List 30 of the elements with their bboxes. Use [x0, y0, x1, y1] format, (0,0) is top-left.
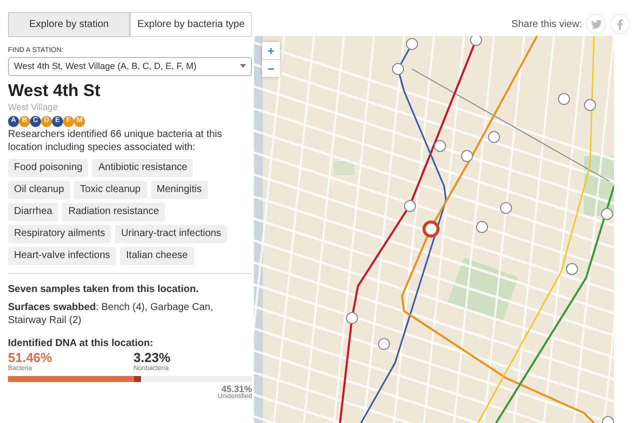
tag: Toxic cleanup — [74, 181, 147, 200]
surfaces-text: Surfaces swabbed: Bench (4), Garbage Can, Stairway Rail (2) — [8, 301, 214, 328]
summary-text: Researchers identified 66 unique bacteria at this location including species associated with: — [8, 129, 224, 154]
samples-text: Seven samples taken from this location. — [8, 283, 200, 298]
tag: Antibiotic resistance — [92, 159, 194, 178]
tag: Food poisoning — [8, 159, 88, 178]
tab[interactable]: Explore by bacteria type — [130, 12, 252, 37]
tag: Italian cheese — [120, 247, 194, 266]
zoom-in-button[interactable]: + — [262, 42, 280, 59]
share-label: Share this view: — [511, 18, 582, 32]
subway-map-drawing[interactable] — [254, 36, 614, 423]
facebook-icon[interactable] — [610, 14, 630, 34]
station-title: West 4th St — [8, 82, 102, 101]
tag: Radiation resistance — [62, 203, 165, 222]
percent-value: 45.31% — [221, 384, 252, 394]
neighborhood-label: West Village — [8, 100, 59, 114]
percent-value: 51.46% — [8, 351, 54, 364]
station-dropdown[interactable]: West 4th St, West Village (A, B, C, D, E, F, M) — [8, 56, 252, 76]
dna-title: Identified DNA at this location: — [8, 337, 154, 352]
tab[interactable]: Explore by station — [8, 12, 130, 37]
zoom-out-button[interactable]: − — [262, 60, 280, 77]
tag: Heart-valve infections — [8, 247, 116, 266]
tag: Respiratory ailments — [8, 225, 112, 244]
tag: Oil cleanup — [8, 181, 70, 200]
caret-icon — [240, 64, 246, 68]
tag: Urinary-tract infections — [115, 225, 228, 244]
tag: Meningitis — [150, 181, 208, 200]
twitter-icon[interactable] — [586, 14, 606, 34]
percent-value: 3.23% — [134, 351, 170, 364]
tag: Diarrhea — [8, 203, 58, 222]
